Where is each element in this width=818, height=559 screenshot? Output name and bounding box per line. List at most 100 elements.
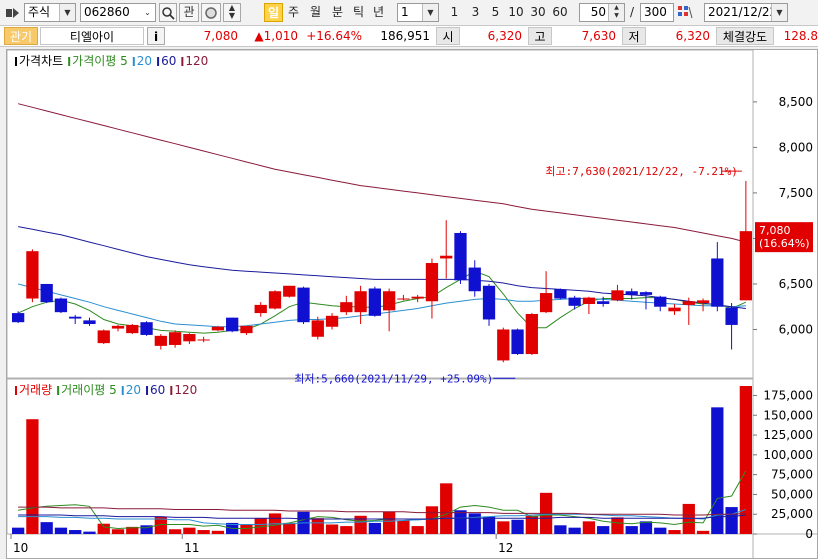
- volume-bar: [11, 527, 25, 534]
- zoom-icon[interactable]: [677, 5, 693, 20]
- candle-body: [254, 304, 267, 314]
- chevron-down-icon[interactable]: ▼: [771, 4, 787, 21]
- strength-label: 체결강도: [716, 27, 774, 45]
- period-month-button[interactable]: 월: [306, 3, 325, 22]
- search-button[interactable]: [159, 3, 177, 22]
- code-input-value: 062860: [84, 5, 130, 19]
- price-volume-chart[interactable]: 8,5008,0007,5007,0006,5006,000175,000150…: [7, 50, 817, 558]
- volume-bar: [340, 526, 353, 534]
- volume-legend-label: 거래량: [19, 383, 52, 397]
- price-legend-marker: [15, 57, 17, 66]
- volume-bar: [582, 521, 596, 534]
- date-picker-value: 2021/12/22: [708, 5, 778, 19]
- candle-body: [711, 258, 724, 307]
- volume-tick-label: 50,000: [771, 487, 813, 501]
- link-button[interactable]: [201, 3, 221, 22]
- candle-body: [725, 307, 738, 325]
- candle-body: [497, 329, 510, 361]
- interval-60-button[interactable]: 60: [549, 3, 571, 22]
- candle-body: [168, 332, 182, 345]
- candle-body: [654, 296, 667, 307]
- volume-bar: [111, 529, 125, 534]
- chevron-down-icon[interactable]: ▼: [59, 4, 75, 21]
- candle-body: [739, 231, 753, 301]
- open-label: 시: [436, 27, 460, 45]
- price-change-percent: +16.64%: [306, 29, 362, 43]
- volume-bar: [597, 526, 610, 534]
- trade-volume: 186,951: [380, 29, 430, 43]
- period-year-button[interactable]: 년: [369, 3, 388, 22]
- count-input[interactable]: 50 ▲ ▼: [579, 3, 625, 22]
- volume-legend-marker: [15, 386, 17, 395]
- volume-bar: [168, 529, 182, 534]
- volume-bar: [411, 526, 424, 534]
- volume-bar: [40, 522, 53, 534]
- period-day-button[interactable]: 일: [264, 3, 283, 22]
- x-tick-label: 10: [13, 541, 28, 555]
- price-legend-label: 가격이평 5: [72, 54, 128, 68]
- volume-bar: [197, 530, 210, 534]
- candle-body: [639, 292, 653, 295]
- price-legend-label: 60: [161, 54, 176, 68]
- count-input-value: 50: [590, 5, 606, 19]
- count-stepper[interactable]: ▲ ▼: [608, 4, 624, 21]
- strength-value: 128.8: [783, 29, 818, 43]
- candle-body: [354, 291, 367, 313]
- volume-bar: [639, 521, 653, 534]
- candle-body: [154, 335, 167, 346]
- candle-body: [411, 296, 424, 299]
- menu-icon[interactable]: [6, 7, 20, 19]
- volume-bar: [725, 507, 738, 534]
- price-legend-marker: [132, 57, 135, 66]
- price-legend-label: 120: [185, 54, 208, 68]
- candle-body: [83, 320, 96, 325]
- interest-button[interactable]: 관: [179, 3, 199, 22]
- candle-body: [382, 291, 396, 311]
- volume-legend-marker: [57, 386, 60, 395]
- chevron-down-icon[interactable]: ▼: [422, 4, 438, 21]
- date-picker[interactable]: 2021/12/22 ▼: [704, 3, 788, 22]
- volume-bar: [454, 510, 467, 534]
- total-input[interactable]: 300: [640, 3, 674, 22]
- period-week-button[interactable]: 주: [284, 3, 303, 22]
- volume-legend-marker: [146, 386, 149, 395]
- volume-bar: [311, 518, 324, 534]
- max-price-annotation: 최고:7,630(2021/12/22, -7.21%): [545, 165, 737, 178]
- volume-bar: [511, 519, 524, 534]
- volume-bar: [382, 511, 396, 534]
- volume-tick-label: 75,000: [771, 468, 813, 482]
- current-price-percent: (16.64%): [759, 237, 810, 250]
- period-minute-button[interactable]: 분: [328, 3, 347, 22]
- candle-body: [283, 285, 296, 297]
- price-tick-label: 7,500: [779, 186, 813, 200]
- volume-bar: [325, 524, 339, 534]
- price-tick-label: 8,000: [779, 140, 813, 154]
- interval-5-button[interactable]: 5: [486, 3, 505, 22]
- watch-tag: 관기: [4, 27, 38, 45]
- market-select[interactable]: 주식 ▼: [24, 3, 76, 22]
- volume-legend-label: 120: [174, 383, 197, 397]
- interval-1-button[interactable]: 1: [445, 3, 464, 22]
- candle-body: [696, 300, 710, 304]
- period-tick-button[interactable]: 틱: [349, 3, 368, 22]
- volume-bar: [739, 385, 753, 534]
- chevron-down-icon[interactable]: ⌄: [140, 4, 155, 21]
- candle-body: [297, 287, 310, 323]
- chart-area[interactable]: 8,5008,0007,5007,0006,5006,000175,000150…: [6, 49, 818, 559]
- candle-body: [140, 322, 153, 335]
- volume-bar: [611, 517, 624, 534]
- search-icon: [162, 7, 175, 20]
- candle-body: [440, 255, 453, 259]
- candle-body: [582, 297, 596, 304]
- interval-30-button[interactable]: 30: [527, 3, 549, 22]
- market-select-value: 주식: [28, 5, 51, 19]
- interval-select[interactable]: 1 ▼: [397, 3, 439, 22]
- code-input[interactable]: 062860 ⌄: [80, 3, 156, 22]
- x-tick-label: 12: [498, 541, 513, 555]
- interval-3-button[interactable]: 3: [466, 3, 485, 22]
- candle-body: [197, 339, 210, 341]
- x-tick-label: 11: [184, 541, 199, 555]
- stepper-button[interactable]: ▲ ▼: [223, 3, 241, 22]
- interval-10-button[interactable]: 10: [505, 3, 527, 22]
- info-button[interactable]: i: [147, 27, 165, 45]
